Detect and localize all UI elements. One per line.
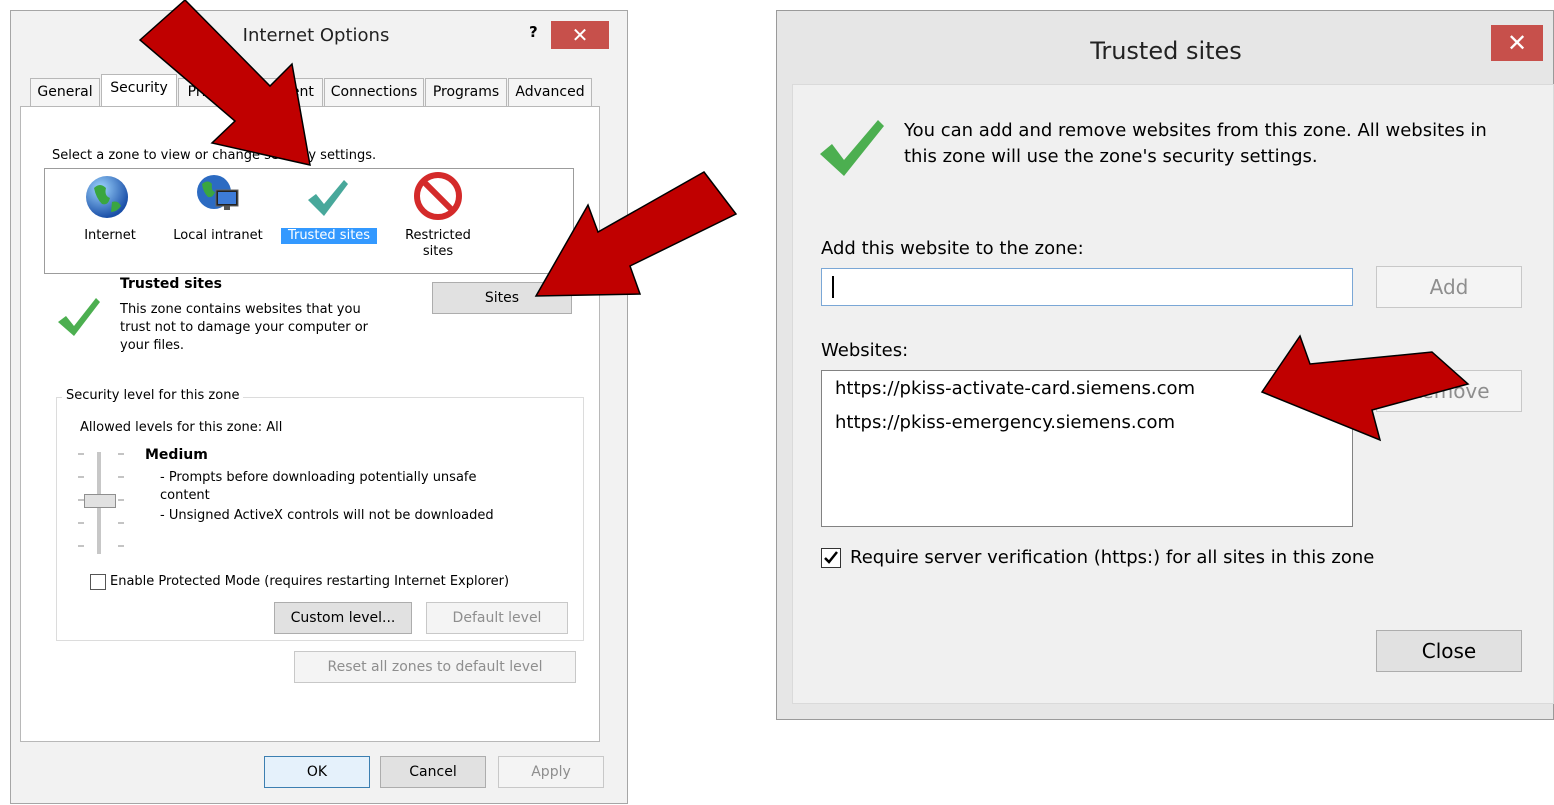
arrow-to-websites-list [1260, 334, 1470, 442]
arrow-to-security-tab [138, 0, 311, 166]
annotation-arrows [138, 0, 1470, 442]
arrow-to-sites-button [534, 171, 738, 297]
